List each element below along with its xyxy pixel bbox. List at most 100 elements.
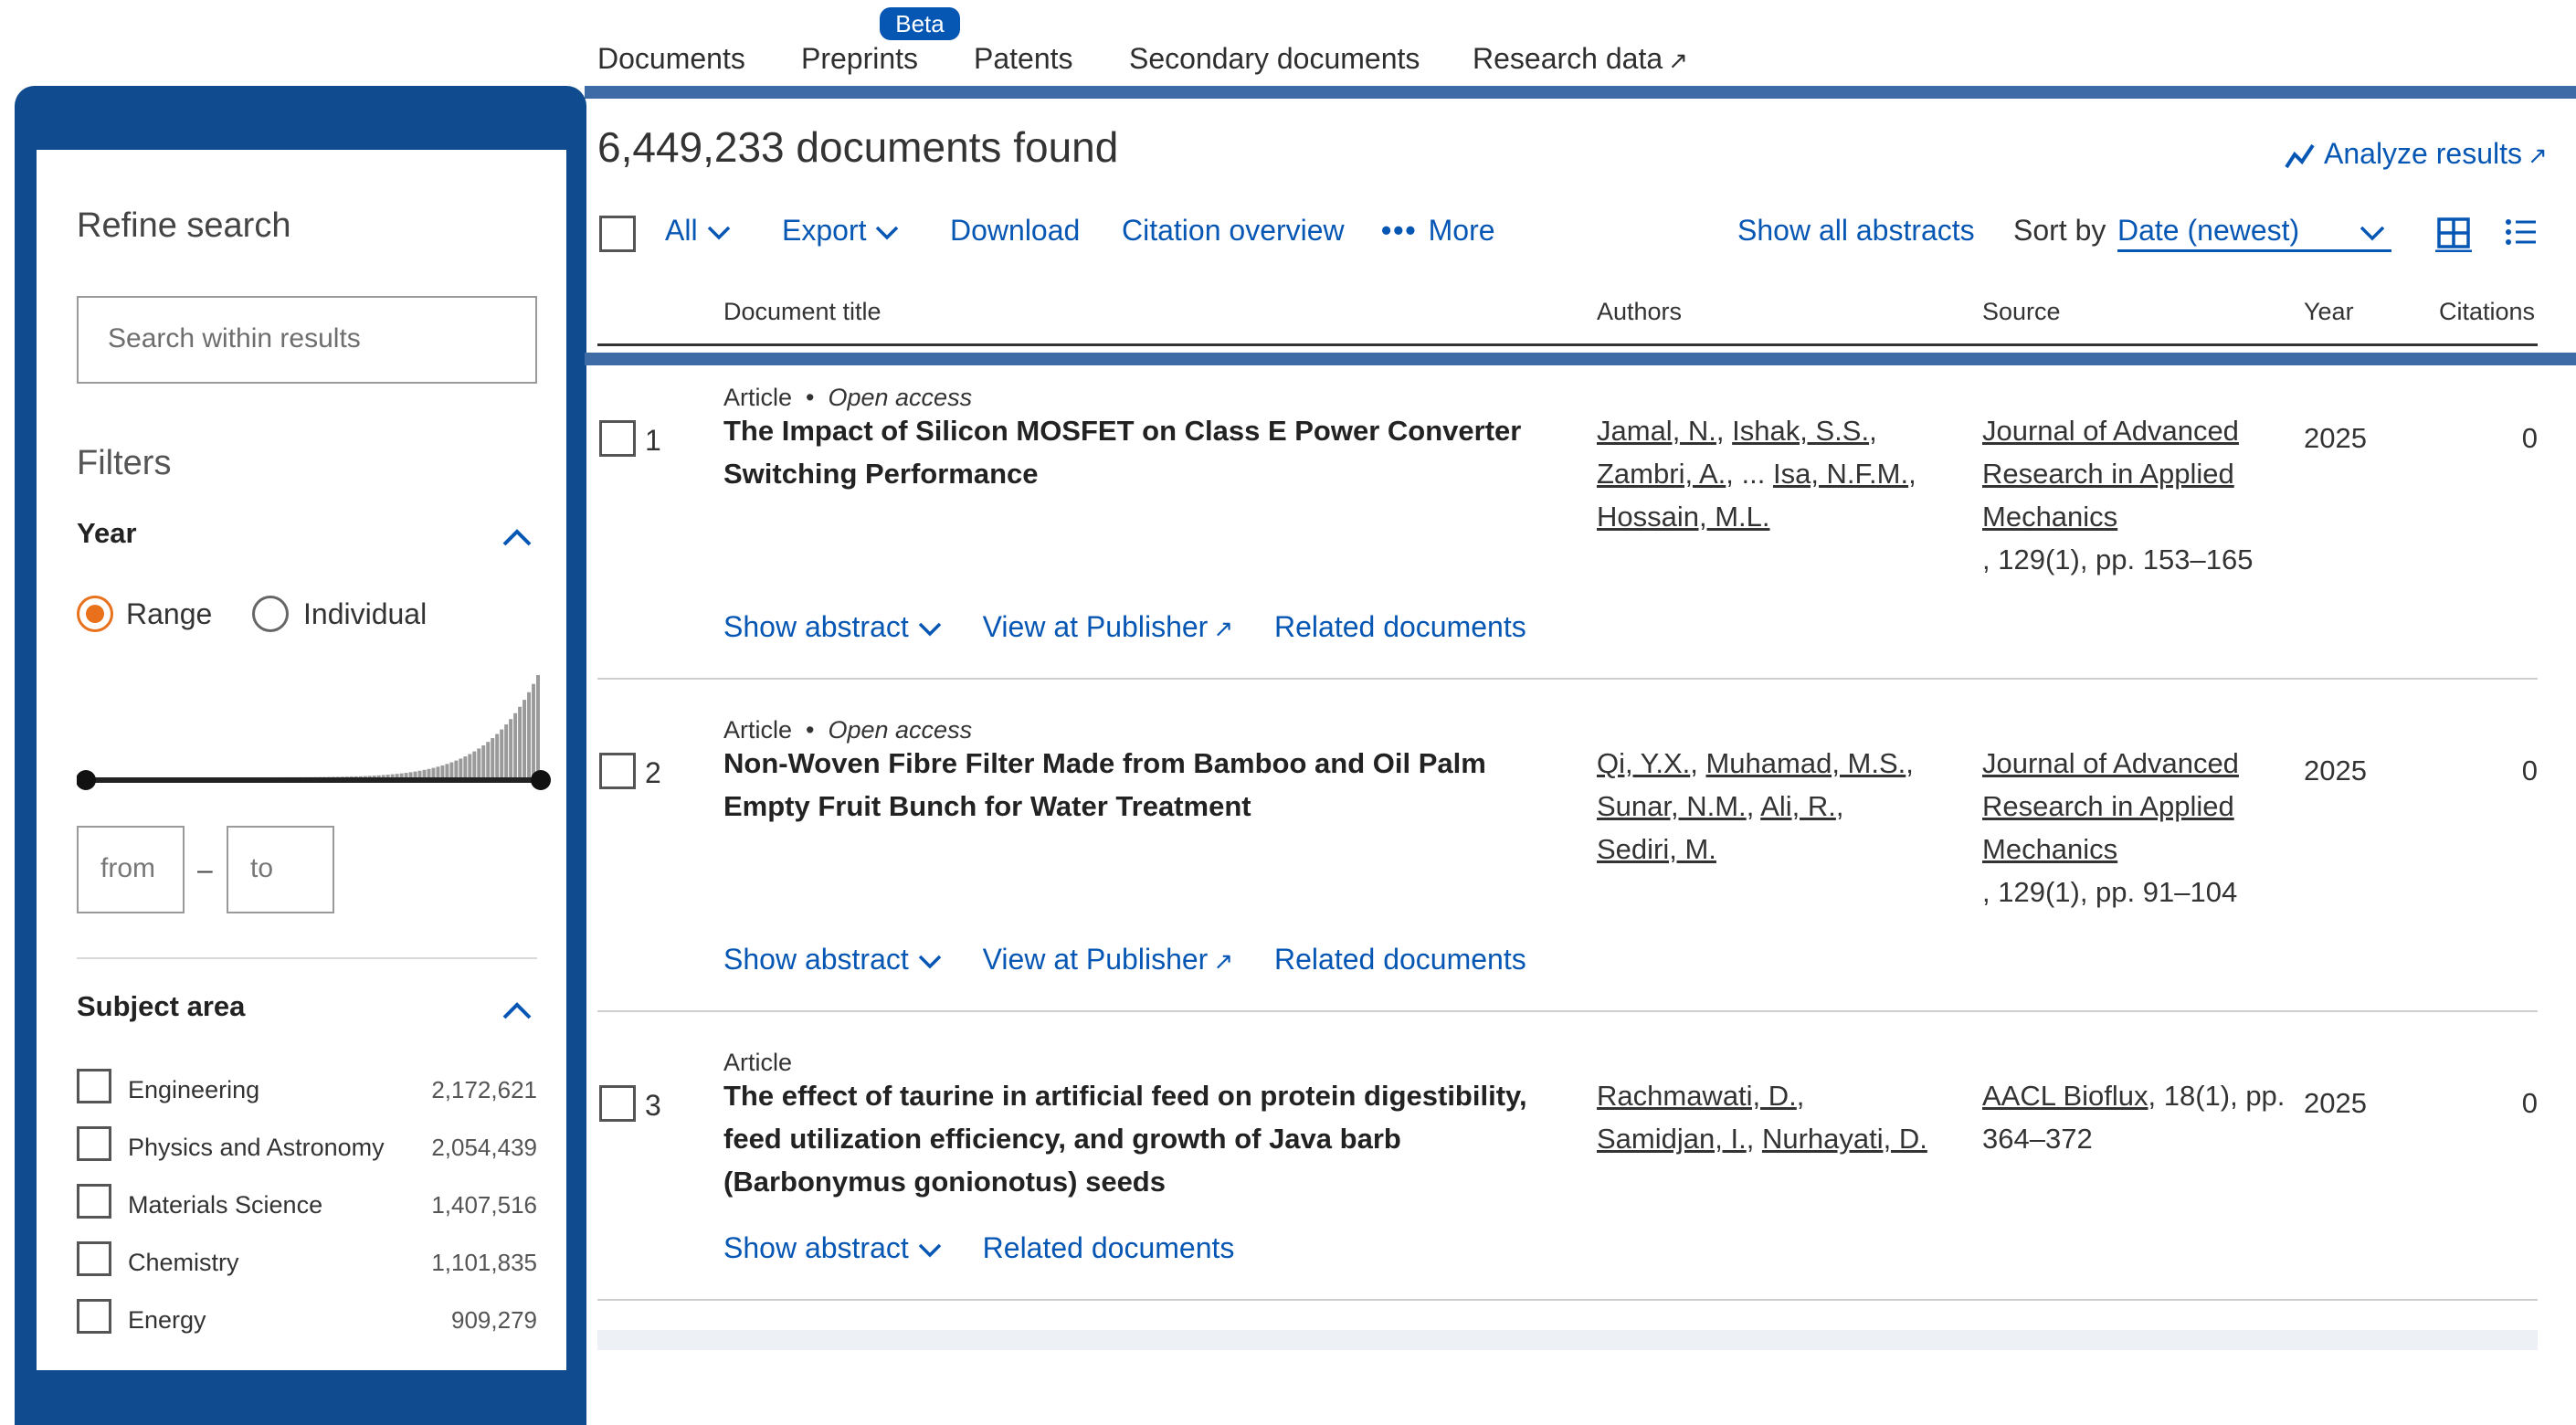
result-row: Article • Open access 2 Non-Woven Fibre …: [597, 711, 2538, 1003]
export-label: Export: [782, 214, 867, 247]
histogram-bar: [477, 748, 481, 780]
view-at-publisher-link[interactable]: View at Publisher ↗: [983, 943, 1233, 976]
author-ellipsis: ...: [1741, 458, 1766, 490]
histogram-bar: [454, 760, 459, 780]
subject-area-item[interactable]: Energy 909,279: [77, 1299, 537, 1335]
subject-area-item[interactable]: Engineering 2,172,621: [77, 1069, 537, 1105]
result-citations[interactable]: 0: [2522, 422, 2538, 455]
author-link[interactable]: Ishak, S.S.: [1732, 415, 1869, 447]
select-all-dropdown[interactable]: All: [665, 214, 731, 248]
year-slider-start-handle[interactable]: [77, 770, 96, 790]
histogram-bar: [491, 738, 495, 780]
histogram-bar: [495, 734, 500, 780]
source-link[interactable]: AACL Bioflux: [1982, 1080, 2148, 1112]
author-link[interactable]: Jamal, N.: [1597, 415, 1716, 447]
open-access-label: Open access: [828, 716, 973, 744]
author-link[interactable]: Nurhayati, D.: [1762, 1123, 1927, 1155]
more-button[interactable]: ••• More: [1381, 214, 1495, 248]
related-documents-link[interactable]: Related documents: [983, 1231, 1235, 1264]
year-histogram: [86, 675, 540, 780]
select-all-checkbox[interactable]: [599, 216, 636, 252]
subject-checkbox[interactable]: [77, 1126, 111, 1161]
subject-area-item[interactable]: Materials Science 1,407,516: [77, 1184, 537, 1220]
analyze-results-label: Analyze results: [2324, 137, 2522, 170]
related-documents-link[interactable]: Related documents: [1274, 943, 1526, 976]
author-link[interactable]: Qi, Y.X.: [1597, 747, 1690, 779]
author-link[interactable]: Rachmawati, D.: [1597, 1080, 1797, 1112]
result-checkbox[interactable]: [599, 420, 636, 457]
year-range-radio[interactable]: [77, 596, 113, 632]
year-histogram-slider[interactable]: [77, 661, 552, 808]
show-abstract-button[interactable]: Show abstract: [723, 610, 942, 643]
year-to-input[interactable]: to: [227, 826, 334, 913]
author-link[interactable]: Isa, N.F.M.: [1773, 458, 1908, 490]
year-individual-radio[interactable]: [252, 596, 289, 632]
filter-panel: Refine search Search within results Filt…: [37, 150, 566, 1370]
subject-checkbox[interactable]: [77, 1184, 111, 1219]
author-link[interactable]: Sunar, N.M.: [1597, 790, 1747, 822]
histogram-bar: [468, 754, 472, 780]
list-view-icon[interactable]: [2505, 217, 2538, 247]
result-meta: Article: [723, 1049, 792, 1077]
header-rule-accent: [585, 353, 2576, 365]
sort-select[interactable]: Date (newest): [2117, 206, 2391, 252]
histogram-bar: [481, 744, 486, 780]
analyze-results-link[interactable]: Analyze results ↗: [2284, 137, 2548, 171]
author-link[interactable]: Samidjan, I.: [1597, 1123, 1747, 1155]
author-link[interactable]: Sediri, M.: [1597, 833, 1716, 865]
related-documents-link[interactable]: Related documents: [1274, 610, 1526, 643]
download-button[interactable]: Download: [950, 214, 1080, 248]
sort-by-label: Sort by: [2013, 214, 2106, 247]
tab-documents[interactable]: Documents: [597, 42, 745, 76]
histogram-bar: [536, 675, 540, 780]
chevron-up-icon[interactable]: [501, 526, 533, 548]
subject-count: 1,407,516: [431, 1191, 537, 1219]
author-link[interactable]: Zambri, A.: [1597, 458, 1726, 490]
author-link[interactable]: Hossain, M.L.: [1597, 501, 1770, 533]
tab-preprints[interactable]: Preprints: [801, 42, 918, 76]
export-dropdown[interactable]: Export: [782, 214, 899, 248]
results-bottom-bar: [597, 1330, 2538, 1350]
document-type-tabs: Documents Preprints Beta Patents Seconda…: [597, 0, 2576, 88]
result-title[interactable]: Non-Woven Fibre Filter Made from Bamboo …: [723, 742, 1564, 828]
result-citations[interactable]: 0: [2522, 1087, 2538, 1120]
column-header-citations[interactable]: Citations: [2439, 298, 2535, 326]
result-checkbox[interactable]: [599, 1085, 636, 1122]
subject-area-item[interactable]: Physics and Astronomy 2,054,439: [77, 1126, 537, 1163]
result-year: 2025: [2304, 1087, 2367, 1119]
result-title[interactable]: The Impact of Silicon MOSFET on Class E …: [723, 409, 1564, 495]
show-abstract-button[interactable]: Show abstract: [723, 1231, 942, 1264]
tab-research-data[interactable]: Research data ↗: [1473, 42, 1688, 76]
result-citations[interactable]: 0: [2522, 755, 2538, 787]
show-all-abstracts-button[interactable]: Show all abstracts: [1737, 214, 1975, 248]
result-checkbox[interactable]: [599, 753, 636, 789]
header-rule: [597, 343, 2538, 346]
subject-checkbox[interactable]: [77, 1241, 111, 1276]
tab-secondary-documents[interactable]: Secondary documents: [1129, 42, 1420, 76]
show-abstract-button[interactable]: Show abstract: [723, 943, 942, 976]
chevron-up-icon[interactable]: [501, 999, 533, 1021]
year-slider-end-handle[interactable]: [531, 770, 551, 790]
result-actions: Show abstract View at Publisher ↗ Related…: [723, 610, 1559, 644]
grid-view-icon[interactable]: [2435, 216, 2472, 252]
subject-checkbox[interactable]: [77, 1299, 111, 1334]
source-link[interactable]: Journal of Advanced Research in Applied …: [1982, 415, 2239, 533]
subject-checkbox[interactable]: [77, 1069, 111, 1103]
author-link[interactable]: Ali, R.: [1760, 790, 1836, 822]
result-year: 2025: [2304, 422, 2367, 454]
beta-badge: Beta: [880, 7, 960, 40]
chevron-down-icon: [918, 622, 942, 637]
result-meta: Article • Open access: [723, 716, 973, 744]
source-link[interactable]: Journal of Advanced Research in Applied …: [1982, 747, 2239, 865]
column-header-year[interactable]: Year: [2304, 298, 2354, 326]
chevron-down-icon: [2360, 226, 2385, 241]
author-link[interactable]: Muhamad, M.S.: [1705, 747, 1906, 779]
search-within-results-input[interactable]: Search within results: [77, 296, 537, 384]
citation-overview-button[interactable]: Citation overview: [1122, 214, 1345, 248]
result-title[interactable]: The effect of taurine in artificial feed…: [723, 1074, 1564, 1203]
year-from-input[interactable]: from: [77, 826, 185, 913]
tab-patents[interactable]: Patents: [974, 42, 1073, 76]
view-at-publisher-link[interactable]: View at Publisher ↗: [983, 610, 1233, 643]
subject-area-item[interactable]: Chemistry 1,101,835: [77, 1241, 537, 1278]
doc-type: Article: [723, 384, 793, 411]
